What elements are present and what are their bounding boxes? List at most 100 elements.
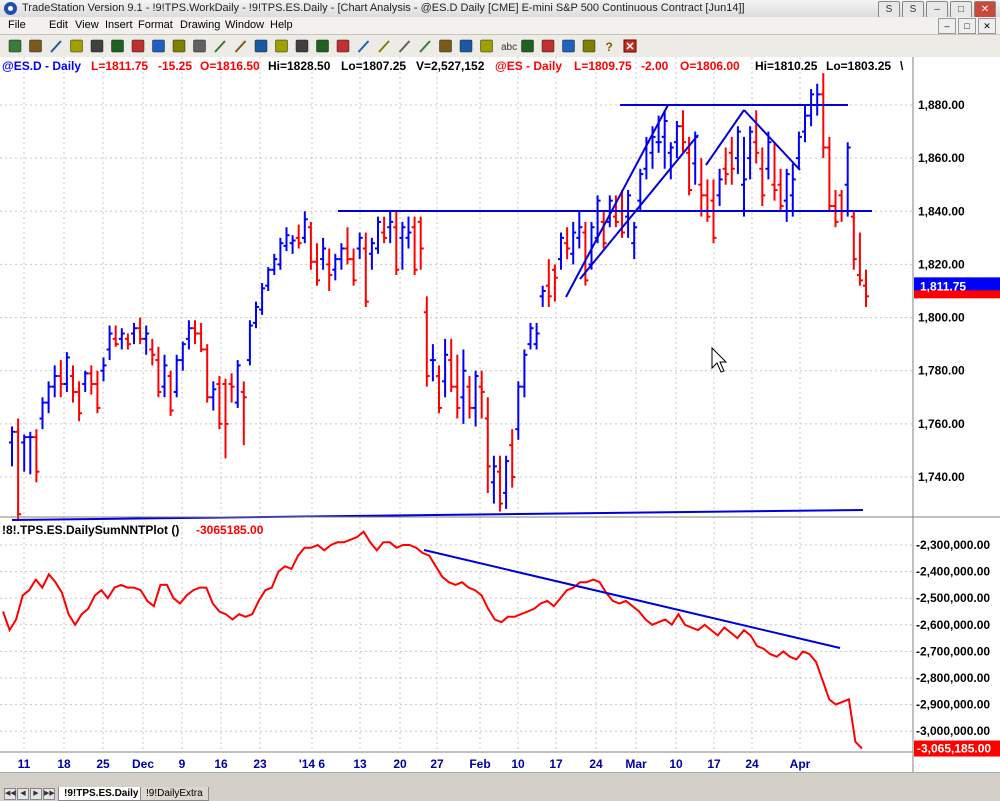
svg-text:?: ? (606, 40, 613, 54)
arrow-icon[interactable] (419, 40, 431, 53)
window-icon[interactable] (193, 39, 206, 53)
menu-window[interactable]: Window (225, 19, 264, 31)
text-icon[interactable]: abc (501, 42, 517, 53)
strategy-icon[interactable] (316, 39, 329, 53)
ohlc-bar (728, 136, 735, 185)
menu-format[interactable]: Format (138, 19, 173, 31)
ohlc-bar (253, 301, 259, 329)
ohlc-bar (722, 147, 729, 185)
ohlc-bar (362, 232, 369, 307)
menu-drawing[interactable]: Drawing (180, 19, 220, 31)
vertical-line-icon[interactable] (398, 40, 411, 53)
drawing-icon[interactable] (336, 39, 350, 53)
crosshair-icon[interactable] (562, 39, 575, 53)
ohlc-bar (265, 267, 272, 291)
close-icon[interactable] (623, 39, 637, 53)
price-axis-label: 1,740.00 (918, 470, 965, 484)
menu-help[interactable]: Help (270, 19, 293, 31)
last-tab-arrow[interactable]: ▶▶ (43, 788, 55, 800)
pointer-icon[interactable] (541, 39, 555, 53)
help-icon[interactable]: ? (606, 40, 613, 54)
menu-view[interactable]: View (75, 19, 99, 31)
green-check-icon[interactable] (254, 39, 268, 53)
fibonacci-icon[interactable] (521, 39, 534, 53)
menu-edit[interactable]: Edit (49, 19, 68, 31)
ohlc-bar (716, 168, 723, 206)
paste-icon[interactable] (172, 39, 186, 53)
ohlc-bar (521, 349, 528, 398)
ohlc-bar (39, 397, 46, 430)
up-down-icon[interactable] (459, 39, 473, 53)
ohlc-bar (118, 328, 125, 350)
menu-file[interactable]: File (8, 19, 26, 31)
menu-insert[interactable]: Insert (105, 19, 133, 31)
inner-restore-button[interactable]: □ (958, 18, 976, 34)
ohlc-bar (863, 269, 869, 307)
trendline-icon[interactable] (357, 40, 370, 53)
symbol2-label: @ES - Daily (495, 59, 562, 73)
left-right-icon[interactable] (439, 39, 452, 53)
ohlc-bar (356, 232, 363, 260)
ohlc-bar (771, 142, 778, 201)
ohlc-bar (381, 216, 388, 244)
pencil-icon[interactable] (480, 39, 493, 53)
line-icon[interactable] (50, 40, 62, 53)
prev-tab-arrow[interactable]: ◀ (17, 788, 29, 800)
date-axis-label: 10 (669, 757, 683, 771)
title-bar: TradeStation Version 9.1 - !9!TPS.WorkDa… (0, 0, 1000, 18)
s-button-2[interactable]: S (902, 1, 924, 18)
first-tab-arrow[interactable]: ◀◀ (4, 788, 16, 800)
ohlc-bar (161, 354, 168, 398)
ohlc-bar (423, 296, 430, 387)
ohlc-bar (240, 381, 247, 446)
close-button[interactable]: ✕ (974, 1, 996, 18)
open2-label: O=1806.00 (680, 59, 740, 73)
indicator-trendline[interactable] (423, 549, 841, 649)
price-trendline[interactable] (565, 104, 669, 298)
chart-canvas[interactable]: 1,880.00 1,860.00 1,840.00 1,820.00 1,800.00… (0, 57, 1000, 772)
candle-icon[interactable] (29, 39, 42, 53)
net-change-label: -15.25 (158, 59, 192, 73)
ohlc-bar (137, 317, 144, 345)
arrow-up-icon[interactable] (214, 40, 226, 53)
next-tab-arrow[interactable]: ▶ (30, 788, 42, 800)
ohlc-bar (167, 370, 174, 416)
ohlc-bar (570, 221, 577, 265)
open-icon[interactable] (70, 39, 83, 53)
arrow-down-icon[interactable] (234, 40, 247, 53)
tab-daily-extra[interactable]: !9!DailyExtra (140, 787, 209, 801)
window-controls: S S – □ ✕ (878, 1, 996, 18)
copy-icon[interactable] (152, 39, 165, 53)
indicator-axis-label: -2,700,000.00 (916, 644, 990, 658)
ohlc-bar (15, 418, 22, 520)
green-check-icon[interactable] (275, 39, 288, 53)
low-label: Lo=1807.25 (341, 59, 406, 73)
horizontal-line-icon[interactable] (378, 40, 390, 53)
ohlc-bar (826, 136, 833, 212)
date-axis-label: 25 (96, 757, 110, 771)
magnet-icon[interactable] (582, 39, 596, 53)
date-axis-label: Dec (132, 757, 154, 771)
bar-chart-icon[interactable] (8, 39, 22, 53)
tab-tps-es-daily[interactable]: !9!TPS.ES.Daily (58, 787, 145, 801)
inner-close-button[interactable]: ✕ (978, 18, 996, 34)
high-label: Hi=1828.50 (268, 59, 331, 73)
inner-minimize-button[interactable]: – (938, 18, 956, 34)
indicator-value: -3065185.00 (196, 523, 264, 537)
ohlc-bar (387, 211, 394, 244)
save-icon[interactable] (90, 39, 104, 53)
date-axis-label: Mar (625, 757, 647, 771)
maximize-button[interactable]: □ (950, 1, 972, 18)
ohlc-bar (222, 378, 229, 459)
s-button[interactable]: S (878, 1, 900, 18)
minimize-button[interactable]: – (926, 1, 948, 18)
ohlc-bar (741, 136, 747, 217)
indicator-icon[interactable] (295, 39, 309, 53)
print-icon[interactable] (111, 39, 124, 53)
price-trendline[interactable] (743, 109, 801, 171)
ohlc-bar (802, 105, 808, 143)
open-label: O=1816.50 (200, 59, 260, 73)
ohlc-bar (734, 126, 741, 175)
ohlc-bar (783, 168, 790, 222)
cut-icon[interactable] (131, 39, 145, 53)
